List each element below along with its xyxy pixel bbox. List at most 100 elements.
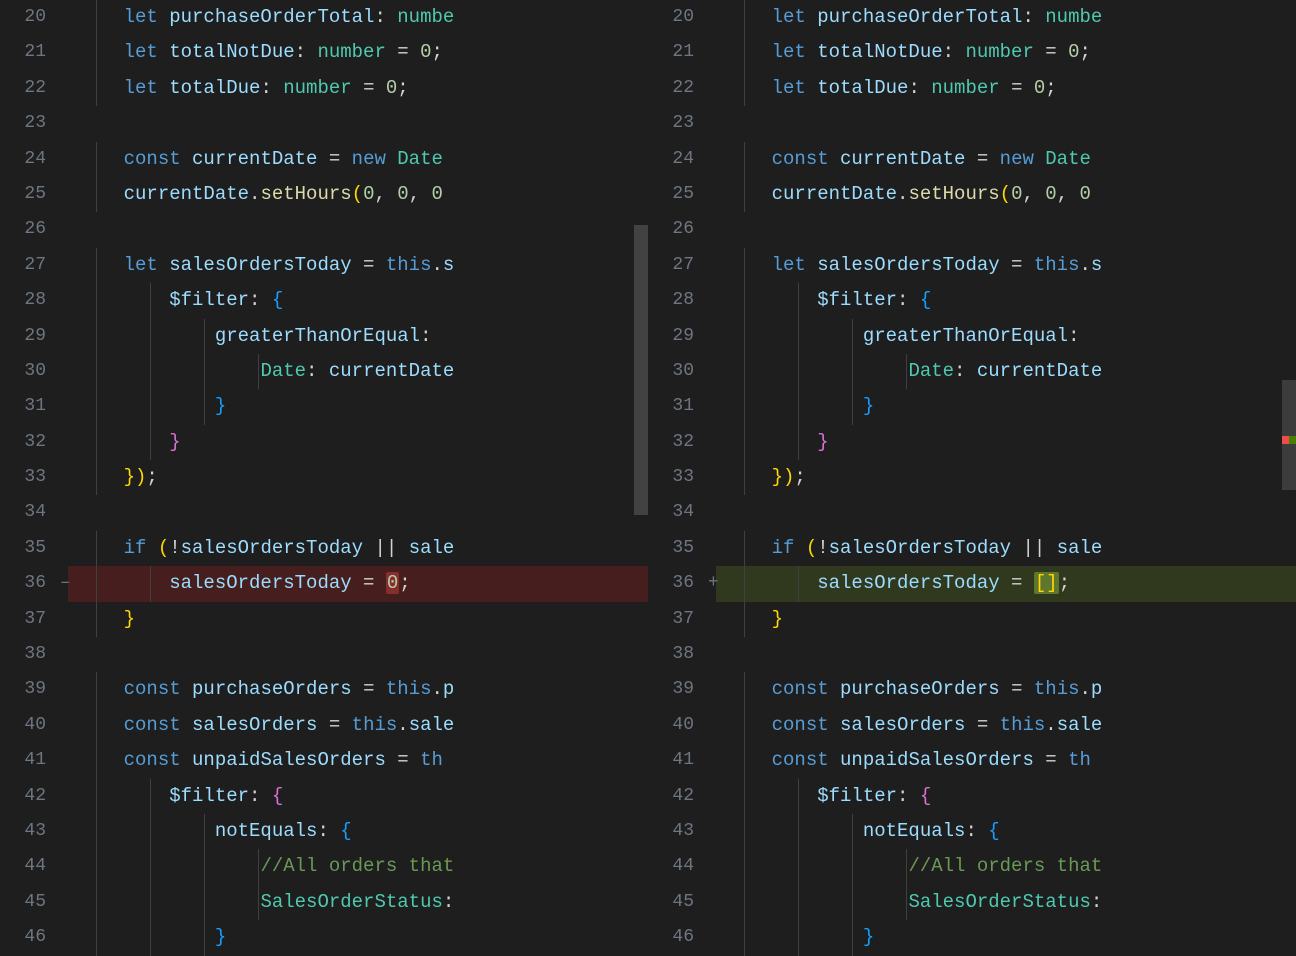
indent-guide	[96, 885, 97, 920]
code-line[interactable]: const salesOrders = this.sale	[68, 708, 648, 743]
indent-guide	[744, 602, 745, 637]
code-token: currentDate	[977, 360, 1102, 382]
indent-guide	[96, 71, 97, 106]
code-line[interactable]: greaterThanOrEqual:	[68, 319, 648, 354]
code-line[interactable]: $filter: {	[716, 283, 1296, 318]
code-line[interactable]: }	[716, 389, 1296, 424]
code-line[interactable]: greaterThanOrEqual:	[716, 319, 1296, 354]
code-line[interactable]: }	[716, 920, 1296, 955]
code-token: Date	[908, 360, 954, 382]
code-line[interactable]: let purchaseOrderTotal: numbe	[68, 0, 648, 35]
code-line[interactable]	[716, 637, 1296, 672]
code-line[interactable]	[716, 495, 1296, 530]
code-line[interactable]: //All orders that	[716, 849, 1296, 884]
code-token: p	[443, 678, 454, 700]
code-token: 0	[1068, 41, 1079, 63]
code-token: 0	[397, 183, 408, 205]
code-line[interactable]: }	[716, 425, 1296, 460]
code-line[interactable]: $filter: {	[68, 283, 648, 318]
code-token	[78, 431, 169, 453]
code-token: ;	[1045, 77, 1056, 99]
indent-guide	[96, 566, 97, 601]
code-line[interactable]: const purchaseOrders = this.p	[68, 672, 648, 707]
overview-ruler[interactable]	[1282, 0, 1296, 956]
code-token	[78, 395, 215, 417]
code-line[interactable]: SalesOrderStatus:	[716, 885, 1296, 920]
code-token	[78, 183, 124, 205]
indent-guide	[744, 71, 745, 106]
code-line[interactable]: const purchaseOrders = this.p	[716, 672, 1296, 707]
code-line[interactable]: const unpaidSalesOrders = th	[716, 743, 1296, 778]
code-line[interactable]: if (!salesOrdersToday || sale	[68, 531, 648, 566]
code-token	[726, 714, 772, 736]
code-line[interactable]	[68, 637, 648, 672]
code-token	[78, 572, 169, 594]
code-line[interactable]: let totalDue: number = 0;	[68, 71, 648, 106]
indent-guide	[150, 849, 151, 884]
code-line[interactable]: }	[68, 920, 648, 955]
code-line[interactable]: salesOrdersToday = [];	[716, 566, 1296, 601]
code-area-right[interactable]: let purchaseOrderTotal: numbe let totalN…	[716, 0, 1296, 956]
line-number: 27	[648, 248, 716, 283]
code-line[interactable]: let totalDue: number = 0;	[716, 71, 1296, 106]
code-line[interactable]: });	[716, 460, 1296, 495]
line-number: 38	[648, 637, 716, 672]
code-line[interactable]: }	[68, 602, 648, 637]
code-token: =	[965, 714, 999, 736]
code-line[interactable]: });	[68, 460, 648, 495]
code-token: =	[317, 714, 351, 736]
code-line[interactable]: notEquals: {	[68, 814, 648, 849]
indent-guide	[744, 814, 745, 849]
code-line[interactable]: }	[716, 602, 1296, 637]
code-line[interactable]: let totalNotDue: number = 0;	[68, 35, 648, 70]
original-pane[interactable]: 2021222324252627282930313233343536–37383…	[0, 0, 648, 956]
code-line[interactable]	[68, 212, 648, 247]
code-token: {	[988, 820, 999, 842]
code-line[interactable]: currentDate.setHours(0, 0, 0	[68, 177, 648, 212]
overview-scroll-region[interactable]	[1282, 380, 1296, 490]
code-line[interactable]: //All orders that	[68, 849, 648, 884]
code-line[interactable]	[716, 106, 1296, 141]
code-line[interactable]: salesOrdersToday = 0;	[68, 566, 648, 601]
code-line[interactable]: $filter: {	[716, 779, 1296, 814]
code-token	[726, 325, 863, 347]
code-token: number	[965, 41, 1033, 63]
code-token: }	[772, 608, 783, 630]
code-line[interactable]	[716, 212, 1296, 247]
code-line[interactable]: const currentDate = new Date	[716, 142, 1296, 177]
code-token: if	[772, 537, 806, 559]
line-number: 29	[0, 319, 68, 354]
line-number: 31	[0, 389, 68, 424]
code-line[interactable]: let purchaseOrderTotal: numbe	[716, 0, 1296, 35]
line-number: 44	[0, 849, 68, 884]
code-token: {	[920, 289, 931, 311]
indent-guide	[150, 779, 151, 814]
code-line[interactable]: let salesOrdersToday = this.s	[716, 248, 1296, 283]
code-line[interactable]: const currentDate = new Date	[68, 142, 648, 177]
code-line[interactable]	[68, 495, 648, 530]
code-line[interactable]: Date: currentDate	[716, 354, 1296, 389]
code-token: =	[386, 749, 420, 771]
scrollbar-thumb-left[interactable]	[634, 225, 648, 515]
code-token: unpaidSalesOrders	[192, 749, 386, 771]
code-line[interactable]: $filter: {	[68, 779, 648, 814]
code-area-left[interactable]: let purchaseOrderTotal: numbe let totalN…	[68, 0, 648, 956]
indent-guide	[204, 920, 205, 955]
modified-pane[interactable]: 2021222324252627282930313233343536+37383…	[648, 0, 1296, 956]
code-token: .	[1079, 254, 1090, 276]
indent-guide	[744, 849, 745, 884]
code-line[interactable]: const unpaidSalesOrders = th	[68, 743, 648, 778]
code-line[interactable]: let totalNotDue: number = 0;	[716, 35, 1296, 70]
code-line[interactable]: let salesOrdersToday = this.s	[68, 248, 648, 283]
code-line[interactable]: }	[68, 389, 648, 424]
code-line[interactable]: currentDate.setHours(0, 0, 0	[716, 177, 1296, 212]
code-line[interactable]	[68, 106, 648, 141]
code-token	[78, 537, 124, 559]
code-line[interactable]: if (!salesOrdersToday || sale	[716, 531, 1296, 566]
code-line[interactable]: Date: currentDate	[68, 354, 648, 389]
code-line[interactable]: }	[68, 425, 648, 460]
code-line[interactable]: notEquals: {	[716, 814, 1296, 849]
code-line[interactable]: const salesOrders = this.sale	[716, 708, 1296, 743]
code-line[interactable]: SalesOrderStatus:	[68, 885, 648, 920]
code-token: s	[443, 254, 454, 276]
